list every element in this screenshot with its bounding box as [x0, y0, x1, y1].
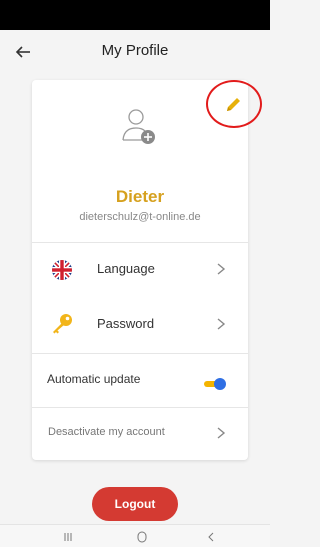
- pencil-icon: [227, 98, 240, 111]
- chevron-right-icon: [217, 318, 226, 330]
- nav-back-button[interactable]: [201, 529, 221, 545]
- avatar[interactable]: [120, 106, 160, 146]
- automatic-update-label: Automatic update: [47, 372, 141, 386]
- key-icon: [53, 314, 72, 334]
- language-row[interactable]: Language: [32, 243, 248, 297]
- edit-profile-button[interactable]: [219, 91, 247, 119]
- add-user-icon: [122, 109, 155, 144]
- password-label: Password: [97, 316, 155, 331]
- logout-button[interactable]: Logout: [92, 487, 178, 521]
- user-email: dieterschulz@t-online.de: [79, 211, 201, 223]
- uk-flag-icon: [52, 260, 72, 280]
- password-row[interactable]: Password: [32, 298, 248, 352]
- deactivate-account-label: Desactivate my account: [48, 426, 165, 438]
- header: My Profile: [0, 30, 270, 74]
- recent-apps-button[interactable]: [58, 529, 78, 545]
- deactivate-account-row[interactable]: Desactivate my account: [32, 408, 248, 460]
- recent-apps-icon: [64, 533, 72, 541]
- user-name: Dieter: [115, 187, 165, 206]
- automatic-update-row: Automatic update: [32, 354, 248, 406]
- back-icon: [208, 532, 214, 542]
- language-label: Language: [97, 261, 155, 276]
- automatic-update-toggle[interactable]: [204, 378, 226, 390]
- system-nav-bar: [0, 524, 270, 547]
- chevron-right-icon: [217, 263, 226, 275]
- chevron-right-icon: [217, 427, 226, 439]
- status-bar: [0, 0, 270, 30]
- home-icon: [137, 531, 147, 543]
- page-title: My Profile: [101, 42, 169, 59]
- profile-card: Dieter dieterschulz@t-online.de Language: [32, 80, 262, 460]
- home-button[interactable]: [132, 529, 152, 545]
- toggle-knob: [214, 378, 226, 390]
